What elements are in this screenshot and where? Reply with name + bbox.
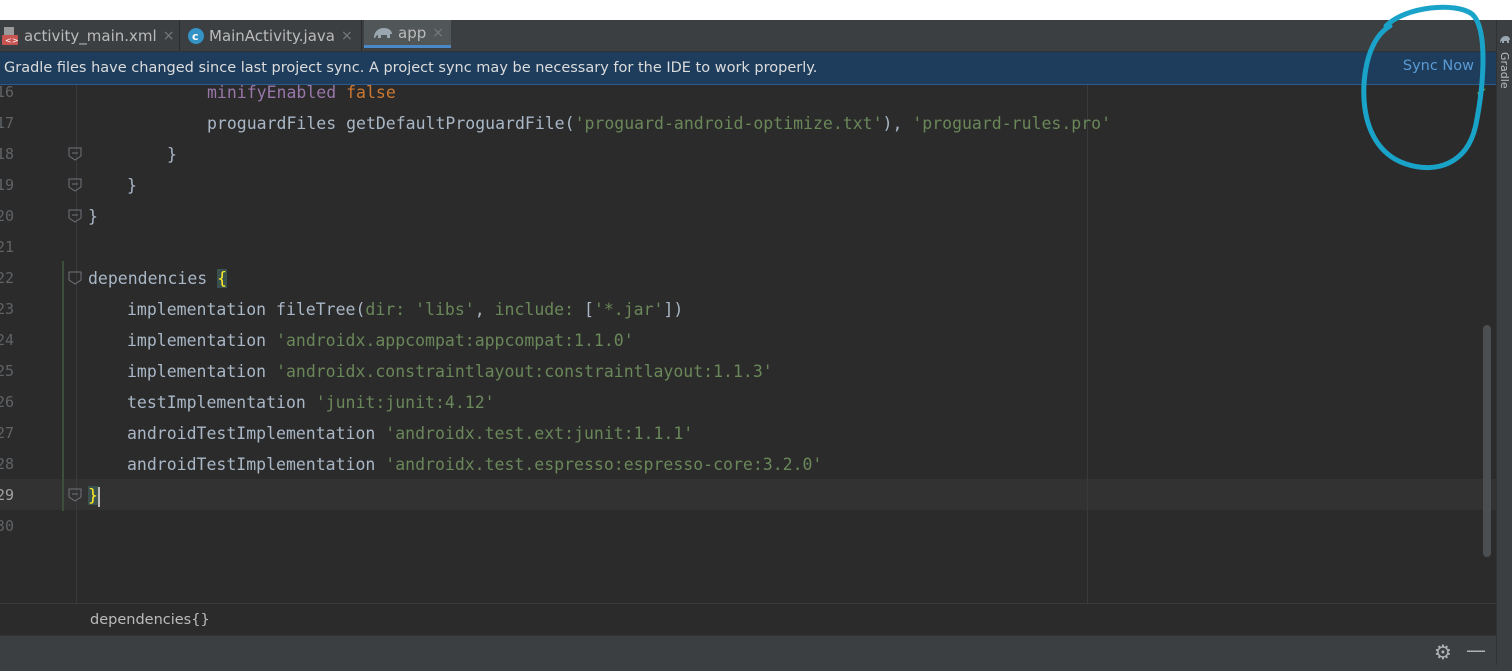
code-token: implementation	[127, 362, 277, 381]
code-param: dir:	[365, 300, 416, 319]
close-icon[interactable]: ×	[341, 28, 353, 44]
tab-label: app	[398, 23, 427, 42]
line-number: 26	[0, 393, 15, 411]
code-line: 16 minifyEnabled false	[0, 85, 1480, 108]
code-line: 28 androidTestImplementation 'androidx.t…	[0, 449, 1480, 480]
code-token: implementation fileTree(	[127, 300, 366, 319]
fold-end-icon[interactable]	[68, 488, 82, 502]
code-line: 18 }	[0, 139, 1480, 170]
gear-icon[interactable]: ⚙	[1434, 640, 1452, 664]
tab-activity-main-xml[interactable]: <> activity_main.xml ×	[2, 20, 174, 51]
fold-end-icon[interactable]	[68, 147, 82, 161]
tab-label: MainActivity.java	[209, 26, 335, 45]
code-string: 'androidx.constraintlayout:constraintlay…	[276, 362, 773, 381]
banner-message: Gradle files have changed since last pro…	[4, 60, 818, 76]
line-number: 24	[0, 331, 15, 349]
line-number: 23	[0, 300, 15, 318]
line-number: 16	[0, 85, 15, 101]
code-token: androidTestImplementation	[127, 424, 386, 443]
code-editor[interactable]: 16 minifyEnabled false 17 proguardFiles …	[0, 85, 1496, 603]
code-string: 'proguard-android-optimize.txt'	[574, 114, 883, 133]
gradle-elephant-icon	[374, 27, 392, 38]
code-string: '*.jar'	[593, 300, 664, 319]
close-icon[interactable]: ×	[163, 28, 175, 44]
matched-brace: }	[88, 486, 98, 505]
matched-brace: {	[217, 269, 228, 288]
tab-main-activity-java[interactable]: c MainActivity.java ×	[187, 20, 353, 51]
line-number: 22	[0, 269, 15, 287]
fold-start-icon[interactable]	[68, 271, 82, 285]
tab-divider	[179, 20, 180, 51]
screen-top-margin	[0, 0, 1512, 20]
line-number: 17	[0, 114, 15, 132]
status-strip	[0, 665, 1512, 671]
svg-text:<>: <>	[5, 36, 18, 45]
code-token: false	[346, 85, 396, 102]
code-string: 'proguard-rules.pro'	[912, 114, 1112, 133]
line-number: 27	[0, 424, 15, 442]
line-number: 28	[0, 455, 15, 473]
close-icon[interactable]: ×	[432, 25, 444, 41]
code-line: 25 implementation 'androidx.constraintla…	[0, 356, 1480, 387]
code-line: 26 testImplementation 'junit:junit:4.12'	[0, 387, 1480, 418]
gradle-sync-banner: Gradle files have changed since last pro…	[0, 52, 1496, 85]
tab-app-gradle[interactable]: app ×	[364, 20, 451, 48]
line-number: 30	[0, 517, 15, 535]
code-line: 17 proguardFiles getDefaultProguardFile(…	[0, 108, 1480, 139]
code-param: include:	[494, 300, 584, 319]
bottom-toolbar: ⚙ —	[0, 635, 1496, 666]
java-class-icon: c	[188, 27, 204, 44]
sync-now-link[interactable]: Sync Now	[1403, 58, 1474, 74]
code-string: 'androidx.appcompat:appcompat:1.1.0'	[276, 331, 634, 350]
code-token: minifyEnabled	[207, 85, 337, 102]
minimize-icon[interactable]: —	[1466, 638, 1486, 662]
code-token: ,	[474, 300, 495, 319]
code-line: 21	[0, 232, 1480, 263]
line-number: 19	[0, 176, 15, 194]
code-string: 'libs'	[415, 300, 475, 319]
svg-text:c: c	[192, 30, 199, 43]
gradle-tool-window-button[interactable]: Gradle	[1498, 52, 1511, 89]
code-token: ])	[663, 300, 684, 319]
text-caret	[97, 486, 100, 507]
code-string: 'junit:junit:4.12'	[315, 393, 495, 412]
code-line: 19 }	[0, 170, 1480, 201]
code-token: proguardFiles getDefaultProguardFile(	[207, 114, 575, 133]
line-number: 25	[0, 362, 15, 380]
breadcrumb-item[interactable]: dependencies{}	[90, 612, 210, 628]
code-token: ),	[882, 114, 913, 133]
line-number: 18	[0, 145, 15, 163]
code-line-current: 29 }	[0, 480, 1480, 511]
breadcrumb: dependencies{}	[0, 603, 1496, 635]
tab-label: activity_main.xml	[24, 26, 157, 45]
code-line: 24 implementation 'androidx.appcompat:ap…	[0, 325, 1480, 356]
editor-tab-bar: <> activity_main.xml × c MainActivity.ja…	[0, 20, 1496, 52]
gradle-elephant-icon	[1500, 36, 1510, 43]
line-number: 21	[0, 238, 15, 256]
line-number: 20	[0, 207, 15, 225]
tab-divider	[361, 20, 362, 51]
code-line: 30	[0, 511, 1480, 542]
code-token: }	[88, 207, 98, 226]
code-token: implementation	[127, 331, 277, 350]
code-line: 27 androidTestImplementation 'androidx.t…	[0, 418, 1480, 449]
code-line: 23 implementation fileTree(dir: 'libs', …	[0, 294, 1480, 325]
fold-end-icon[interactable]	[68, 209, 82, 223]
right-tool-strip	[1496, 20, 1512, 671]
code-token: }	[167, 145, 177, 164]
xml-file-icon: <>	[2, 26, 18, 45]
code-token: }	[127, 176, 137, 195]
code-token: [	[583, 300, 594, 319]
code-string: 'androidx.test.ext:junit:1.1.1'	[385, 424, 694, 443]
code-string: 'androidx.test.espresso:espresso-core:3.…	[385, 455, 823, 474]
fold-end-icon[interactable]	[68, 178, 82, 192]
code-line: 20 }	[0, 201, 1480, 232]
line-number: 29	[0, 486, 15, 504]
inspection-ok-icon: ✔	[1476, 86, 1487, 101]
code-token: androidTestImplementation	[127, 455, 386, 474]
code-line: 22 dependencies {	[0, 263, 1480, 294]
code-token: dependencies	[88, 269, 218, 288]
vertical-scrollbar[interactable]	[1483, 325, 1491, 557]
code-token: testImplementation	[127, 393, 316, 412]
